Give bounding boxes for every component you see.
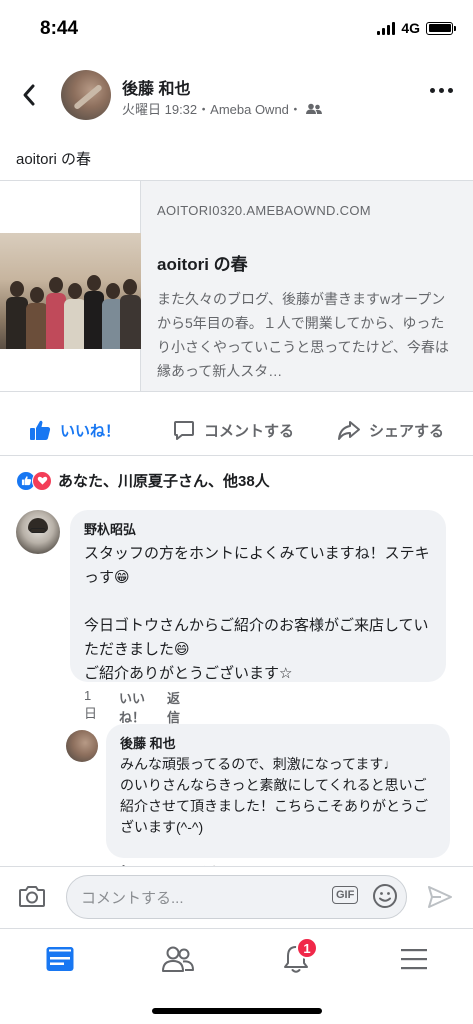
comment-bubble-icon bbox=[174, 421, 194, 440]
reply-text: みんな頑張ってるので、刺激になってます♩ のいりさんならきっと素敵にしてくれると… bbox=[120, 756, 428, 835]
like-button[interactable]: いいね！ bbox=[28, 418, 120, 442]
link-thumbnail bbox=[0, 181, 141, 391]
nav-news-feed[interactable] bbox=[40, 939, 80, 979]
author-name[interactable]: 後藤 和也 bbox=[122, 75, 190, 99]
send-icon bbox=[428, 886, 452, 908]
link-title: aoitori の春 bbox=[157, 255, 248, 274]
post-text: aoitori の春 bbox=[16, 151, 92, 168]
back-button[interactable] bbox=[14, 80, 44, 110]
camera-button[interactable] bbox=[18, 883, 46, 914]
comment-text: スタッフの方をホントによくみていますね！ステキっす😁 今日ゴトウさんからご紹介の… bbox=[84, 545, 430, 682]
gif-button[interactable]: GIF bbox=[332, 886, 359, 904]
signal-icon bbox=[377, 21, 396, 35]
nav-friends[interactable] bbox=[158, 939, 198, 979]
group-photo bbox=[0, 233, 141, 349]
comment-button[interactable]: コメントする bbox=[172, 418, 294, 442]
share-label: シェアする bbox=[369, 422, 445, 440]
home-indicator bbox=[152, 1008, 322, 1014]
link-domain: AOITORI0320.AMEBAOWND.COM bbox=[157, 203, 371, 218]
nav-menu[interactable] bbox=[394, 939, 434, 979]
post-meta: 火曜日 19:32・Ameba Ownd・ bbox=[122, 99, 322, 118]
author-avatar[interactable] bbox=[61, 70, 111, 120]
reply-bubble: 後藤 和也 みんな頑張ってるので、刺激になってます♩ のいりさんならきっと素敵に… bbox=[106, 724, 450, 858]
friends-audience-icon bbox=[305, 103, 322, 114]
reply-author-name[interactable]: 後藤 和也 bbox=[120, 733, 436, 752]
post-header: 後藤 和也 火曜日 19:32・Ameba Ownd・ bbox=[0, 60, 473, 130]
reply-avatar[interactable] bbox=[66, 730, 98, 762]
share-button[interactable]: シェアする bbox=[337, 418, 444, 442]
network-type: 4G bbox=[401, 20, 420, 36]
comment-composer: コメントする... GIF bbox=[0, 866, 473, 928]
like-label: いいね！ bbox=[60, 422, 121, 440]
reactions-text: あなた、川原夏子さん、他38人 bbox=[58, 473, 270, 490]
friends-icon bbox=[162, 946, 194, 972]
send-button[interactable] bbox=[427, 885, 453, 914]
camera-icon bbox=[19, 886, 45, 907]
news-feed-icon bbox=[46, 947, 74, 971]
status-time: 8:44 bbox=[40, 18, 79, 39]
emoji-button[interactable] bbox=[372, 883, 398, 914]
hamburger-menu-icon bbox=[401, 949, 427, 970]
smiley-icon bbox=[373, 884, 397, 908]
link-description: また久々のブログ、後藤が書きますwオープンから5年目の春。１人で開業してから、ゆ… bbox=[157, 291, 449, 379]
battery-icon bbox=[426, 21, 456, 35]
love-reaction-icon bbox=[32, 470, 52, 491]
commenter-avatar[interactable] bbox=[16, 510, 60, 554]
reaction-icons bbox=[16, 470, 52, 491]
notification-badge: 1 bbox=[296, 937, 318, 959]
link-preview-card[interactable]: AOITORI0320.AMEBAOWND.COM aoitori の春 また久… bbox=[0, 180, 473, 392]
reactions-summary[interactable]: あなた、川原夏子さん、他38人 bbox=[16, 470, 270, 491]
share-arrow-icon bbox=[338, 421, 360, 440]
post-action-bar: いいね！ コメントする シェアする bbox=[0, 406, 473, 456]
back-arrow-icon bbox=[23, 84, 35, 106]
thumbs-up-icon bbox=[30, 420, 51, 440]
comment-bubble: 野杁昭弘 スタッフの方をホントによくみていますね！ステキっす😁 今日ゴトウさんか… bbox=[70, 510, 446, 682]
nav-notifications[interactable]: 1 bbox=[276, 937, 318, 979]
status-indicators: 4G bbox=[377, 20, 456, 36]
bottom-navigation: 1 bbox=[0, 928, 473, 1024]
link-info: AOITORI0320.AMEBAOWND.COM aoitori の春 また久… bbox=[141, 181, 473, 391]
status-bar: 8:44 4G bbox=[0, 0, 473, 56]
comment-label: コメントする bbox=[204, 422, 295, 440]
commenter-name[interactable]: 野杁昭弘 bbox=[84, 519, 432, 538]
post-meta-text: 火曜日 19:32・Ameba Ownd・ bbox=[122, 102, 302, 117]
more-options-button[interactable] bbox=[430, 88, 453, 93]
